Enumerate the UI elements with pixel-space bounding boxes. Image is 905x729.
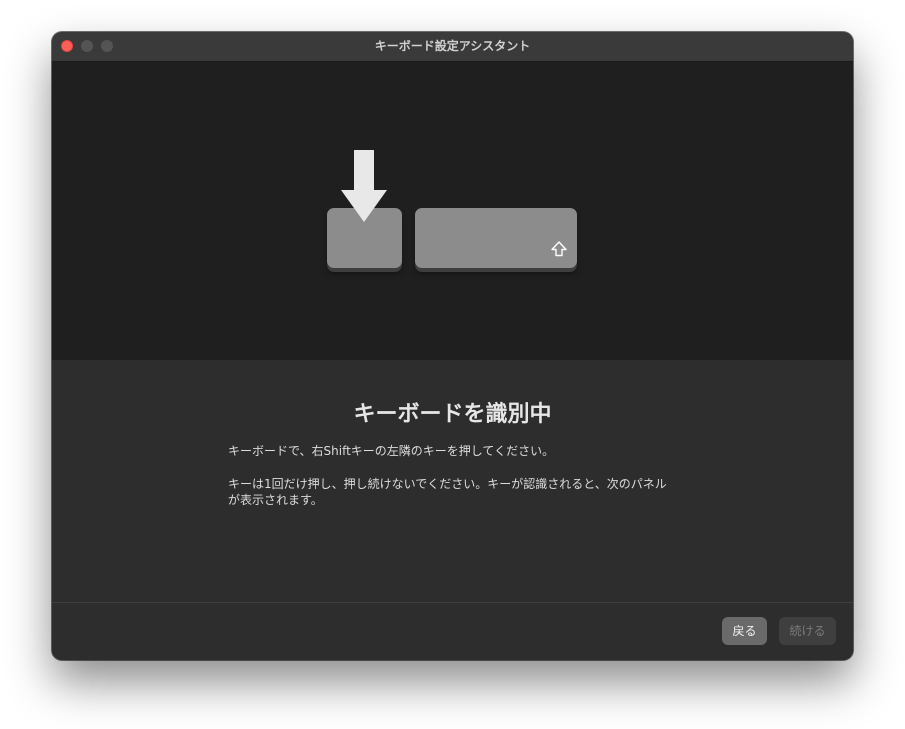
continue-button[interactable]: 続ける [779, 617, 836, 645]
instruction-text: キーボードで、右Shiftキーの左隣のキーを押してください。 [228, 444, 555, 458]
down-arrow-icon [341, 150, 387, 222]
keyboard-setup-window: キーボード設定アシスタント キーボードを識別中 キーボードで、右Shiftキーの… [52, 32, 853, 660]
page-title: キーボードを識別中 [353, 402, 552, 427]
window-title: キーボード設定アシスタント [374, 39, 531, 53]
shift-icon [551, 241, 567, 257]
footer-bar: 戻る 続ける [52, 602, 853, 660]
title-bar: キーボード設定アシスタント [52, 32, 853, 62]
back-button[interactable]: 戻る [722, 617, 767, 645]
keyboard-illustration [52, 62, 853, 360]
note-text: キーは1回だけ押し、押し続けないでください。キーが認識されると、次のパネルが表示… [228, 477, 667, 507]
instructions-panel: キーボードを識別中 キーボードで、右Shiftキーの左隣のキーを押してください。… [52, 360, 853, 602]
right-shift-key [415, 208, 577, 268]
